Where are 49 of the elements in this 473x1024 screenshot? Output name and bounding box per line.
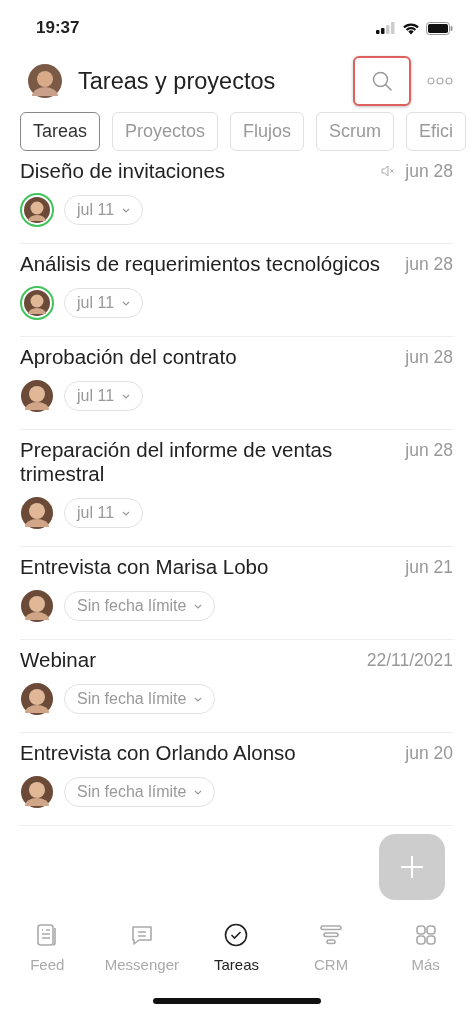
nav-tab[interactable]: Feed xyxy=(0,922,95,990)
plus-icon xyxy=(399,854,425,880)
task-date: jun 20 xyxy=(405,742,453,765)
search-icon xyxy=(371,70,393,92)
nav-tab[interactable]: Messenger xyxy=(94,922,190,990)
task-title[interactable]: Webinar xyxy=(20,648,357,672)
task-date: jun 28 xyxy=(405,439,453,462)
nav-tab[interactable]: Más xyxy=(378,922,473,990)
task-title[interactable]: Aprobación del contrato xyxy=(20,345,396,369)
deadline-dropdown[interactable]: jul 11 xyxy=(64,195,144,225)
deadline-dropdown[interactable]: jul 11 xyxy=(64,381,144,411)
task-title[interactable]: Entrevista con Marisa Lobo xyxy=(20,555,396,579)
chevron-down-icon xyxy=(194,603,203,609)
chevron-down-icon xyxy=(122,393,131,399)
chevron-down-icon xyxy=(194,789,203,795)
task-date: jun 21 xyxy=(405,556,453,579)
more-icon[interactable] xyxy=(427,77,453,85)
chevron-down-icon xyxy=(122,300,131,306)
tab[interactable]: Tareas xyxy=(20,112,101,151)
task-date: 22/11/2021 xyxy=(366,649,453,672)
task-date: jun 28 xyxy=(405,346,453,369)
chevron-down-icon xyxy=(122,207,131,213)
battery-icon xyxy=(426,21,453,35)
deadline-dropdown[interactable]: Sin fecha límite xyxy=(64,777,216,807)
deadline-dropdown[interactable]: Sin fecha límite xyxy=(64,684,216,714)
nav-tab[interactable]: Tareas xyxy=(189,922,284,990)
task-title[interactable]: Entrevista con Orlando Alonso xyxy=(20,741,396,765)
task-title[interactable]: Diseño de invitaciones xyxy=(20,159,372,183)
chevron-down-icon xyxy=(122,510,131,516)
nav-tab[interactable]: CRM xyxy=(283,922,379,990)
signal-icon xyxy=(376,22,396,34)
deadline-dropdown[interactable]: Sin fecha límite xyxy=(64,591,216,621)
avatar-icon[interactable] xyxy=(28,64,62,98)
deadline-dropdown[interactable]: jul 11 xyxy=(64,498,144,528)
tab[interactable]: Efici xyxy=(406,112,467,151)
task-date: jun 28 xyxy=(405,160,453,183)
deadline-dropdown[interactable]: jul 11 xyxy=(64,288,144,318)
search-button[interactable] xyxy=(353,56,411,106)
tab[interactable]: Proyectos xyxy=(112,112,219,151)
task-title[interactable]: Preparación del informe de ventas trimestral xyxy=(20,438,396,486)
status-time: 19:37 xyxy=(36,18,80,38)
tasks-icon xyxy=(223,922,250,948)
task-date: jun 28 xyxy=(405,253,453,276)
wifi-icon xyxy=(402,21,420,35)
page-title: Tareas y proyectos xyxy=(78,67,277,95)
chevron-down-icon xyxy=(194,696,203,702)
task-title[interactable]: Análisis de requerimientos tecnológicos xyxy=(20,252,396,276)
tab[interactable]: Flujos xyxy=(230,112,305,151)
tab[interactable]: Scrum xyxy=(316,112,395,151)
